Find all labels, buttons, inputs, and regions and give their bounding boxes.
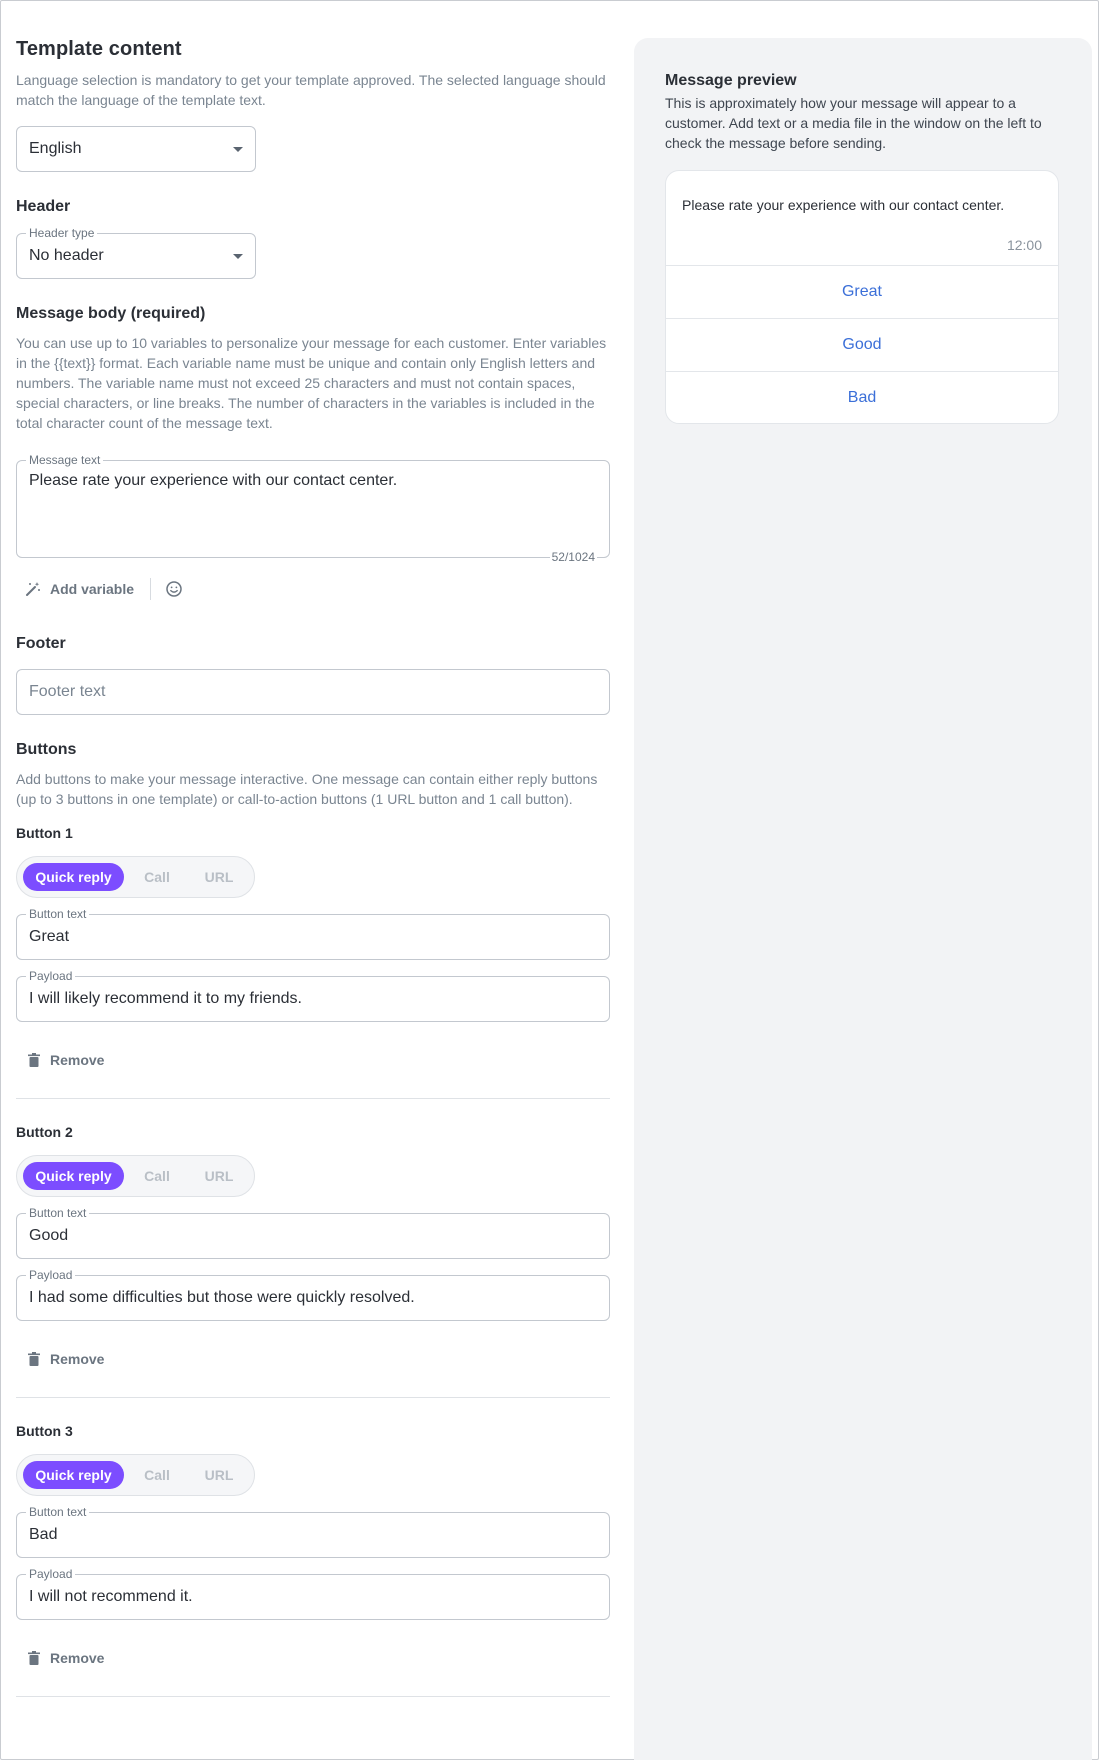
call-option[interactable]: Call (128, 863, 186, 891)
magic-wand-icon (26, 582, 40, 596)
remove-label: Remove (50, 1052, 105, 1068)
emoji-button[interactable] (165, 580, 183, 598)
button-block-1: Button 1 Quick reply Call URL Button tex… (16, 825, 610, 1099)
button-1-text-value: Great (29, 928, 70, 945)
trash-icon (28, 1053, 40, 1067)
trash-icon (28, 1651, 40, 1665)
button-3-type-selector: Quick reply Call URL (16, 1454, 255, 1496)
call-option[interactable]: Call (128, 1162, 186, 1190)
message-toolbar: Add variable (16, 574, 610, 604)
language-value: English (29, 140, 82, 157)
preview-message-text: Please rate your experience with our con… (682, 197, 1005, 213)
header-type-select[interactable]: Header type No header (16, 226, 256, 279)
header-type-label: Header type (26, 226, 98, 240)
preview-button-good[interactable]: Good (666, 318, 1058, 371)
language-select[interactable]: English (16, 126, 256, 172)
preview-button-great[interactable]: Great (666, 265, 1058, 318)
preview-button-bad[interactable]: Bad (666, 371, 1058, 423)
payload-label: Payload (26, 969, 76, 983)
button-3-text-field[interactable]: Button text Bad (16, 1505, 610, 1558)
preview-message-time: 12:00 (1006, 237, 1042, 253)
button-text-label: Button text (26, 1505, 90, 1519)
message-preview-card: Please rate your experience with our con… (665, 170, 1059, 424)
button-2-text-field[interactable]: Button text Good (16, 1206, 610, 1259)
button-2-payload-value: I had some difficulties but those were q… (29, 1289, 415, 1306)
footer-section-title: Footer (16, 635, 66, 652)
divider (16, 1397, 610, 1398)
button-2-text-value: Good (29, 1227, 69, 1244)
header-section-title: Header (16, 198, 71, 215)
message-body-title: Message body (required) (16, 305, 206, 322)
button-3-text-value: Bad (29, 1526, 58, 1543)
button-text-label: Button text (26, 907, 90, 921)
add-variable-label: Add variable (50, 581, 135, 597)
template-content-title: Template content (16, 38, 182, 60)
button-1-payload-value: I will likely recommend it to my friends… (29, 990, 302, 1007)
call-option[interactable]: Call (128, 1461, 186, 1489)
remove-label: Remove (50, 1351, 105, 1367)
button-3-title: Button 3 (16, 1423, 73, 1439)
message-text-value[interactable]: Please rate your experience with our con… (17, 461, 609, 490)
payload-label: Payload (26, 1268, 76, 1282)
button-2-type-selector: Quick reply Call URL (16, 1155, 255, 1197)
character-counter: 52/1024 (549, 550, 597, 564)
button-block-3: Button 3 Quick reply Call URL Button tex… (16, 1423, 610, 1697)
url-option[interactable]: URL (190, 863, 248, 891)
buttons-section-title: Buttons (16, 741, 77, 758)
button-text-label: Button text (26, 1206, 90, 1220)
message-preview-description: This is approximately how your message w… (665, 95, 1042, 151)
url-option[interactable]: URL (190, 1162, 248, 1190)
footer-placeholder: Footer text (29, 683, 106, 700)
remove-label: Remove (50, 1650, 105, 1666)
button-1-type-selector: Quick reply Call URL (16, 856, 255, 898)
message-text-label: Message text (26, 453, 104, 467)
url-option[interactable]: URL (190, 1461, 248, 1489)
button-block-2: Button 2 Quick reply Call URL Button tex… (16, 1124, 610, 1398)
footer-text-field[interactable]: Footer text (16, 669, 610, 715)
quick-reply-option[interactable]: Quick reply (23, 1162, 124, 1190)
language-description: Language selection is mandatory to get y… (16, 72, 606, 108)
button-2-title: Button 2 (16, 1124, 73, 1140)
message-text-field[interactable]: Message text Please rate your experience… (16, 453, 610, 563)
template-editor: Template content Language selection is m… (16, 38, 610, 1697)
chevron-down-icon (233, 254, 243, 259)
button-1-text-field[interactable]: Button text Great (16, 907, 610, 960)
button-2-payload-field[interactable]: Payload I had some difficulties but thos… (16, 1268, 610, 1321)
quick-reply-option[interactable]: Quick reply (23, 1461, 124, 1489)
trash-icon (28, 1352, 40, 1366)
button-3-payload-value: I will not recommend it. (29, 1588, 193, 1605)
divider (16, 1098, 610, 1099)
add-variable-button[interactable]: Add variable (16, 580, 134, 598)
header-type-value: No header (29, 247, 104, 264)
button-2-remove-button[interactable]: Remove (16, 1351, 610, 1367)
button-1-remove-button[interactable]: Remove (16, 1052, 610, 1068)
message-preview-panel: Message preview This is approximately ho… (634, 38, 1092, 1760)
quick-reply-option[interactable]: Quick reply (23, 863, 124, 891)
button-3-remove-button[interactable]: Remove (16, 1650, 610, 1666)
button-1-payload-field[interactable]: Payload I will likely recommend it to my… (16, 969, 610, 1022)
buttons-description: Add buttons to make your message interac… (16, 771, 598, 807)
payload-label: Payload (26, 1567, 76, 1581)
divider (16, 1696, 610, 1697)
chevron-down-icon (233, 147, 243, 152)
button-3-payload-field[interactable]: Payload I will not recommend it. (16, 1567, 610, 1620)
toolbar-divider (150, 578, 152, 600)
message-body-description: You can use up to 10 variables to person… (16, 335, 607, 431)
emoji-icon (166, 581, 182, 597)
message-preview-title: Message preview (665, 72, 797, 89)
button-1-title: Button 1 (16, 825, 73, 841)
